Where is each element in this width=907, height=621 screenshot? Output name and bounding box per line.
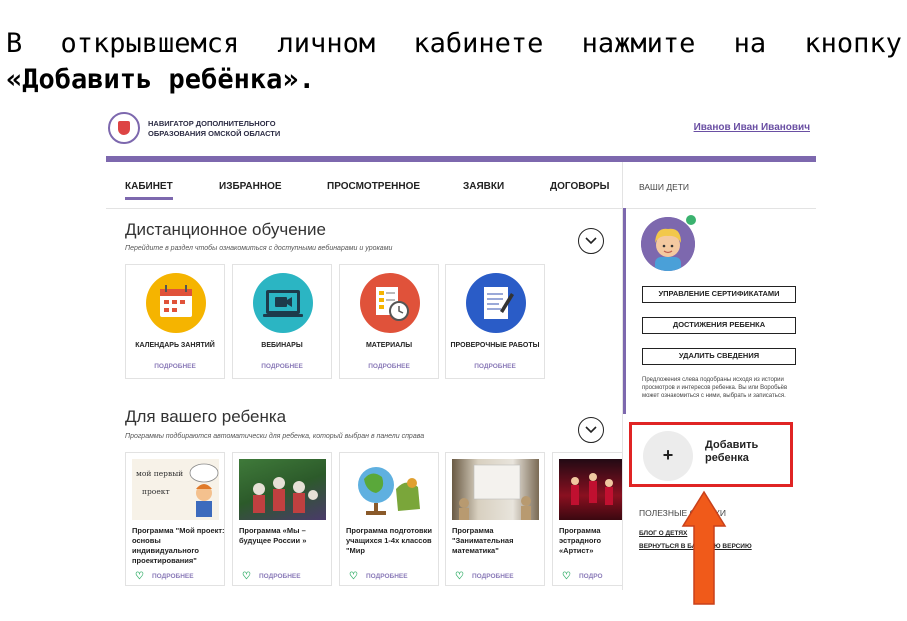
instruction-word: на <box>733 28 767 59</box>
brand-line-2: ОБРАЗОВАНИЯ ОМСКОЙ ОБЛАСТИ <box>148 129 281 138</box>
instruction-word: нажмите <box>581 28 696 59</box>
plus-icon: + <box>643 431 693 481</box>
program-card[interactable]: Программа «Мы – будущее России » ♡ ПОДРОБ… <box>232 452 332 586</box>
card-more-link[interactable]: ПОДРОБНЕЕ <box>340 363 438 370</box>
card-label: КАЛЕНДАРЬ ЗАНЯТИЙ <box>135 342 215 349</box>
program-image <box>559 459 622 520</box>
program-title: Программа "Занимательная математика" <box>452 526 514 555</box>
materials-clock-icon <box>360 273 420 333</box>
document-pencil-icon <box>466 273 526 333</box>
program-image <box>239 459 326 520</box>
tab-favorites[interactable]: ИЗБРАННОЕ <box>219 181 282 192</box>
program-card[interactable]: Программа "Занимательная математика" ♡ ПО… <box>445 452 545 586</box>
instruction-word: кнопку <box>804 28 902 59</box>
program-more-link[interactable]: ПОДРОБНЕЕ <box>259 573 301 580</box>
recommendation-note: Предложения слева подобраны исходя из ис… <box>642 377 788 399</box>
card-label: ПРОВЕРОЧНЫЕ РАБОТЫ <box>450 342 540 349</box>
delete-data-button[interactable]: УДАЛИТЬ СВЕДЕНИЯ <box>642 348 796 365</box>
program-footer: ♡ ПОДРО <box>562 571 603 582</box>
add-child-label-line: Добавить <box>705 439 759 451</box>
chevron-down-icon <box>585 426 597 434</box>
instruction-line-2: «Добавить ребёнка». <box>6 64 315 95</box>
manage-certificates-button[interactable]: УПРАВЛЕНИЕ СЕРТИФИКАТАМИ <box>642 286 796 303</box>
site-brand[interactable]: НАВИГАТОР ДОПОЛНИТЕЛЬНОГО ОБРАЗОВАНИЯ ОМ… <box>148 119 280 139</box>
program-card[interactable]: Программа эстрадного «Артист» ♡ ПОДРО <box>552 452 622 586</box>
distance-subtitle: Перейдите в раздел чтобы ознакомиться с … <box>125 245 393 252</box>
main-panel: КАБИНЕТ ИЗБРАННОЕ ПРОСМОТРЕННОЕ ЗАЯВКИ Д… <box>106 162 622 590</box>
user-name-link[interactable]: Иванов Иван Иванович <box>694 122 810 133</box>
brand-line-1: НАВИГАТОР ДОПОЛНИТЕЛЬНОГО <box>148 119 276 128</box>
pointer-arrow-icon <box>681 490 727 605</box>
heart-icon[interactable]: ♡ <box>349 571 358 582</box>
image-caption: проект <box>142 487 170 496</box>
tab-applications[interactable]: ЗАЯВКИ <box>463 181 504 192</box>
program-title: Программа "Мой проект: основы индивидуал… <box>132 526 225 565</box>
card-label: МАТЕРИАЛЫ <box>365 342 413 349</box>
instruction-word: кабинете <box>413 28 544 59</box>
instruction-word: личном <box>277 28 376 59</box>
tab-viewed[interactable]: ПРОСМОТРЕННОЕ <box>327 181 420 192</box>
children-panel-title: ВАШИ ДЕТИ <box>639 182 690 192</box>
child-achievements-button[interactable]: ДОСТИЖЕНИЯ РЕБЕНКА <box>642 317 796 334</box>
heart-icon[interactable]: ♡ <box>135 571 144 582</box>
chevron-down-icon <box>585 237 597 245</box>
card-calendar[interactable]: КАЛЕНДАРЬ ЗАНЯТИЙ ПОДРОБНЕЕ <box>125 264 225 379</box>
program-footer: ♡ ПОДРОБНЕЕ <box>242 571 301 582</box>
child-title: Для вашего ребенка <box>125 407 287 426</box>
program-more-link[interactable]: ПОДРОБНЕЕ <box>472 573 514 580</box>
add-child-button[interactable]: + Добавить ребенка <box>629 422 793 487</box>
child-subtitle: Программы подбираются автоматически для … <box>125 433 425 440</box>
card-more-link[interactable]: ПОДРОБНЕЕ <box>233 363 331 370</box>
site-logo-icon[interactable] <box>108 112 140 144</box>
cabinet-tabs: КАБИНЕТ ИЗБРАННОЕ ПРОСМОТРЕННОЕ ЗАЯВКИ Д… <box>106 162 622 209</box>
card-more-link[interactable]: ПОДРОБНЕЕ <box>126 363 224 370</box>
add-child-label: Добавить ребенка <box>705 439 758 465</box>
program-card[interactable]: Программа подготовки учащихся 1-4х класс… <box>339 452 439 586</box>
card-label: ВЕБИНАРЫ <box>261 342 303 349</box>
program-image <box>452 459 539 520</box>
card-tests[interactable]: ПРОВЕРОЧНЫЕ РАБОТЫ ПОДРОБНЕЕ <box>445 264 545 379</box>
instruction-word: В <box>6 28 23 59</box>
selected-check-icon <box>685 214 697 226</box>
calendar-icon <box>146 273 206 333</box>
collapse-child-button[interactable] <box>578 417 604 443</box>
program-title: Программа эстрадного «Артист» <box>559 526 602 555</box>
heart-icon[interactable]: ♡ <box>562 571 571 582</box>
heart-icon[interactable]: ♡ <box>242 571 251 582</box>
program-more-link[interactable]: ПОДРОБНЕЕ <box>366 573 408 580</box>
program-more-link[interactable]: ПОДРО <box>579 573 603 580</box>
card-materials[interactable]: МАТЕРИАЛЫ ПОДРОБНЕЕ <box>339 264 439 379</box>
program-title: Программа подготовки учащихся 1-4х класс… <box>346 526 433 555</box>
program-card[interactable]: мой первый проект Программа "Мой проект:… <box>125 452 225 586</box>
tab-cabinet[interactable]: КАБИНЕТ <box>125 181 173 200</box>
instruction-line-1: В открывшемся личном кабинете нажмите на… <box>6 26 902 62</box>
collapse-distance-button[interactable] <box>578 228 604 254</box>
card-more-link[interactable]: ПОДРОБНЕЕ <box>446 363 544 370</box>
distance-title: Дистанционное обучение <box>125 220 327 239</box>
program-footer: ♡ ПОДРОБНЕЕ <box>135 571 194 582</box>
webcam-icon <box>253 273 313 333</box>
image-caption: мой первый <box>136 469 184 478</box>
heart-icon[interactable]: ♡ <box>455 571 464 582</box>
program-more-link[interactable]: ПОДРОБНЕЕ <box>152 573 194 580</box>
add-child-label-line: ребенка <box>705 452 749 464</box>
instruction-word: открывшемся <box>60 28 240 59</box>
instruction-text: В открывшемся личном кабинете нажмите на… <box>6 26 902 98</box>
program-image: мой первый проект <box>132 459 219 520</box>
child-block: УПРАВЛЕНИЕ СЕРТИФИКАТАМИ ДОСТИЖЕНИЯ РЕБЕ… <box>623 208 817 414</box>
program-footer: ♡ ПОДРОБНЕЕ <box>455 571 514 582</box>
card-webinars[interactable]: ВЕБИНАРЫ ПОДРОБНЕЕ <box>232 264 332 379</box>
program-footer: ♡ ПОДРОБНЕЕ <box>349 571 408 582</box>
program-title: Программа «Мы – будущее России » <box>239 526 307 545</box>
tab-contracts[interactable]: ДОГОВОРЫ <box>550 181 609 192</box>
program-image <box>346 459 433 520</box>
